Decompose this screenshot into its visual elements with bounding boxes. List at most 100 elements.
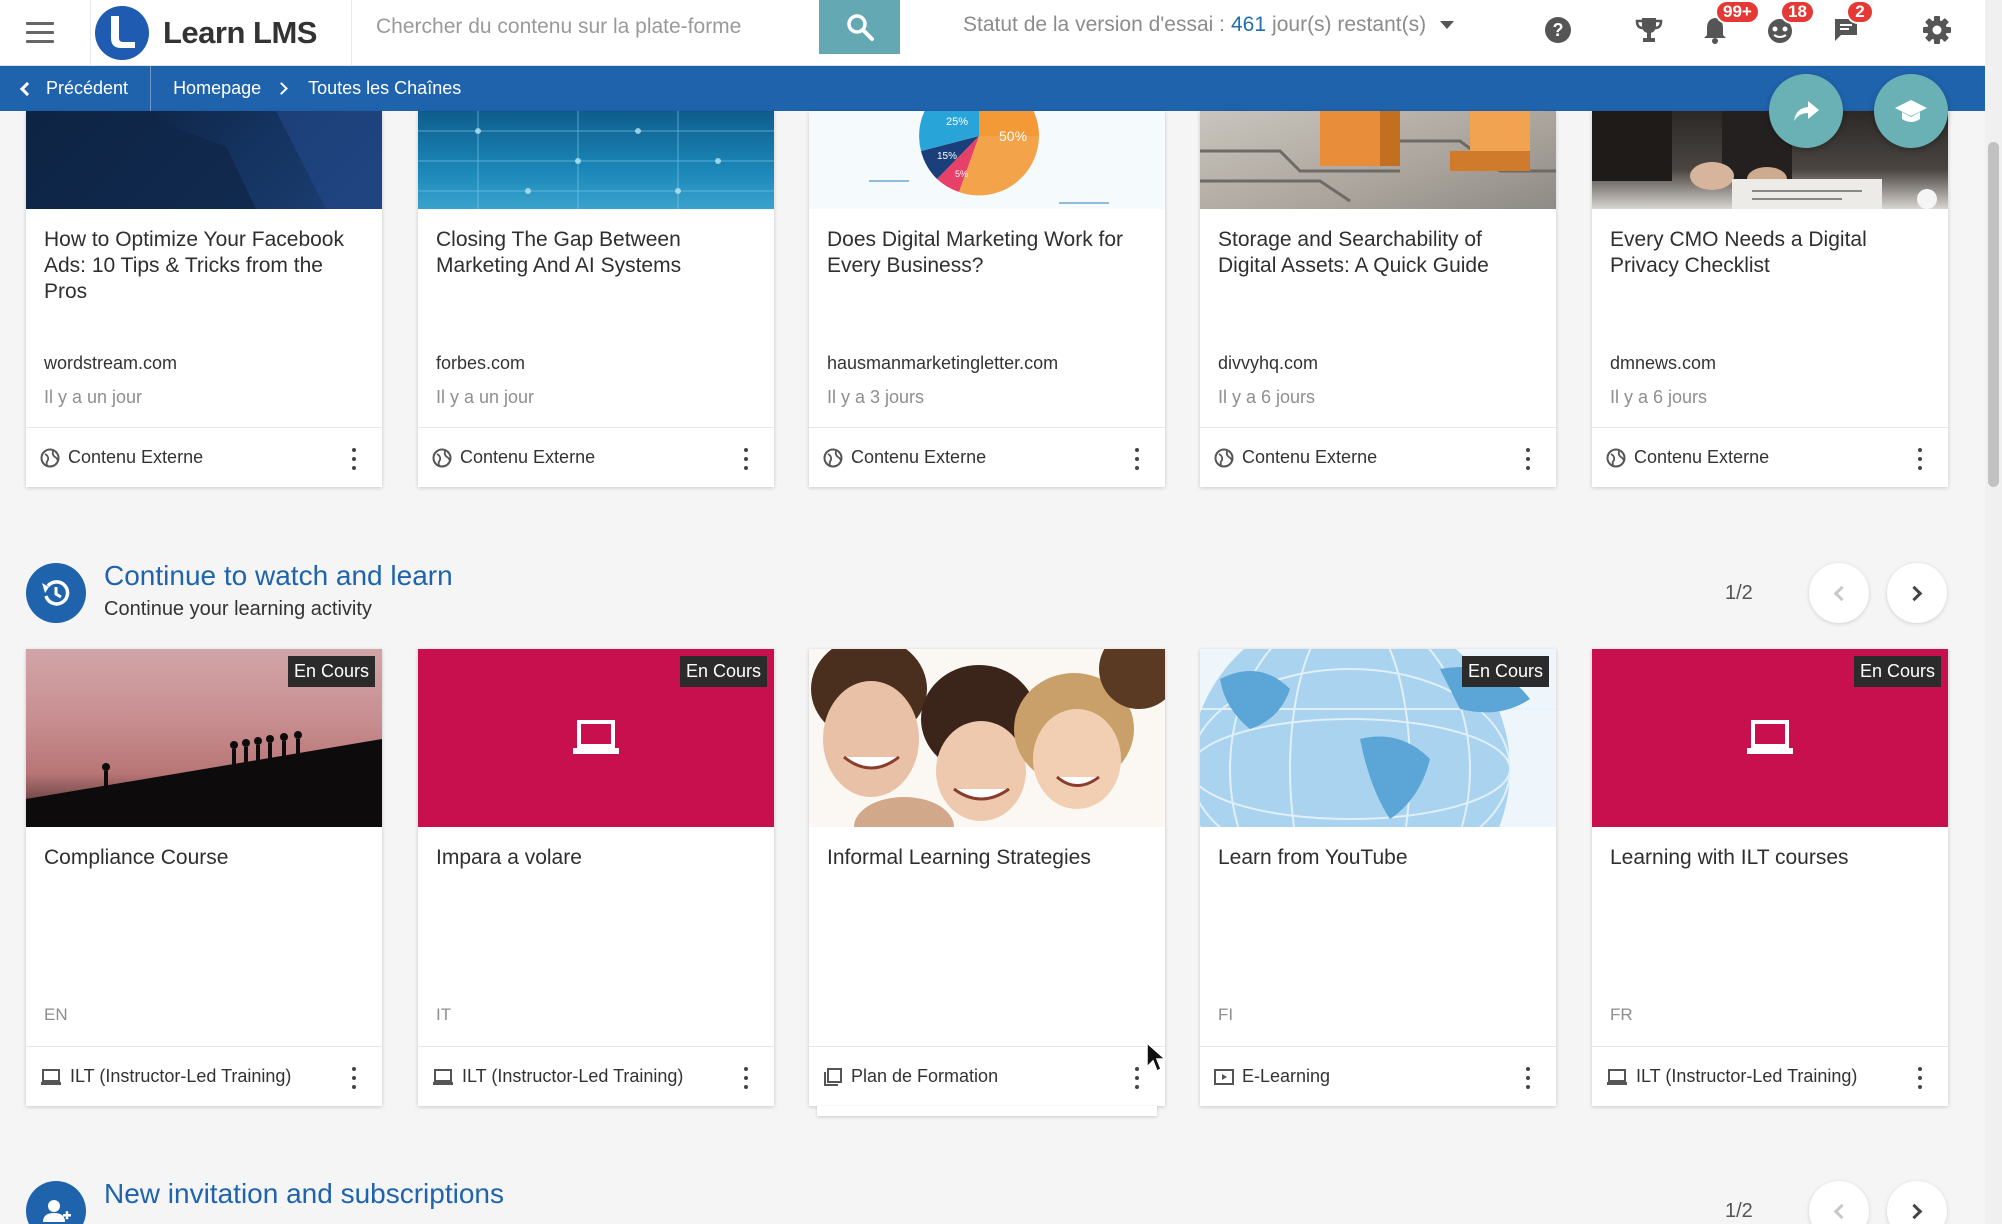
card-title: Learn from YouTube [1218,846,1408,869]
pie-label-15: 15% [937,151,957,162]
card-title: Closing The Gap Between Marketing And AI… [436,228,682,277]
card-type: Contenu Externe [1634,447,1770,467]
chevron-right-icon [1906,1203,1923,1219]
course-card[interactable]: En Cours Learning with ILT courses FR IL… [1592,649,1948,1106]
laptop-icon [433,1068,453,1085]
prev-page-button[interactable] [1809,1181,1869,1224]
section-title[interactable]: Continue to watch and learn [104,560,453,592]
card-language: EN [44,1005,68,1024]
course-card[interactable]: En Cours Learn from YouTube FI E-Learnin… [1200,649,1556,1106]
card-title: Informal Learning Strategies [827,846,1091,869]
trophy-icon[interactable] [1629,10,1669,50]
card-type: E-Learning [1242,1066,1331,1086]
trial-status-dropdown[interactable]: Statut de la version d'essai : 461 jour(… [963,13,1455,37]
app-logo[interactable]: Learn LMS [90,0,352,65]
menu-icon[interactable] [22,14,58,50]
breadcrumb: Précédent Homepage Toutes les Chaînes [0,66,1985,111]
card-image [1200,111,1556,209]
more-vert-icon[interactable] [742,1067,750,1089]
card-image: 25% 50% 15% 5% [809,111,1165,209]
more-vert-icon[interactable] [1524,448,1532,470]
mouse-cursor [1146,1041,1167,1073]
card-footer: ILT (Instructor-Led Training) [418,1046,774,1106]
course-card[interactable]: En Cours Compliance Course EN ILT (Instr… [26,649,382,1106]
search-button[interactable] [819,0,900,54]
laptop-icon [41,1068,61,1085]
card-image: En Cours [418,649,774,827]
card-image: En Cours [26,649,382,827]
learn-logo-icon [95,5,149,60]
card-type: Plan de Formation [851,1066,999,1086]
search-icon [846,14,874,41]
content-card[interactable]: Every CMO Needs a Digital Privacy Checkl… [1592,111,1948,487]
card-title: Learning with ILT courses [1610,846,1849,869]
course-card[interactable]: Informal Learning Strategies Plan de For… [809,649,1165,1116]
globe-icon [1214,448,1234,467]
next-page-button[interactable] [1887,563,1947,623]
app-name: Learn LMS [163,14,317,50]
more-vert-icon[interactable] [350,448,358,470]
share-button[interactable] [1769,74,1843,148]
globe-icon [1606,448,1626,467]
more-vert-icon[interactable] [742,448,750,470]
card-title: Impara a volare [436,846,582,869]
course-card[interactable]: En Cours Impara a volare IT ILT (Instruc… [418,649,774,1106]
search-input[interactable] [352,0,819,54]
pie-label-5: 5% [955,169,968,179]
stack-shadow [817,1106,1157,1116]
next-page-button[interactable] [1887,1181,1947,1224]
card-image: En Cours [1592,649,1948,827]
learning-button[interactable] [1874,74,1948,148]
scrollbar-thumb[interactable] [1988,142,1999,487]
card-type: Contenu Externe [1242,447,1378,467]
card-title: Compliance Course [44,846,229,869]
breadcrumb-homepage[interactable]: Homepage [173,78,261,99]
video-icon [1214,1068,1234,1085]
card-footer: Plan de Formation [809,1046,1165,1106]
notifications-badge: 99+ [1715,0,1760,24]
card-title: Storage and Searchability of Digital Ass… [1218,228,1489,277]
more-vert-icon[interactable] [1916,448,1924,470]
globe-icon [40,448,60,467]
laptop-icon [573,720,619,754]
card-source: divvyhq.com [1218,353,1319,373]
breadcrumb-all-channels[interactable]: Toutes les Chaînes [308,78,461,99]
card-footer: Contenu Externe [1592,427,1948,487]
section-title[interactable]: New invitation and subscriptions [104,1178,504,1210]
graduation-cap-icon [1895,100,1927,122]
more-vert-icon[interactable] [350,1067,358,1089]
status-badge: En Cours [1461,656,1549,687]
pager: 1/2 [1725,582,1753,604]
learning-plan-icon [824,1067,842,1086]
card-time: Il y a 6 jours [1218,387,1316,407]
content-card[interactable]: Closing The Gap Between Marketing And AI… [418,111,774,487]
card-language: FR [1610,1005,1633,1024]
more-vert-icon[interactable] [1916,1067,1924,1089]
gear-icon[interactable] [1917,10,1957,50]
card-type: Contenu Externe [851,447,987,467]
vertical-scrollbar[interactable] [1985,0,2002,1224]
card-image [26,111,382,209]
card-source: hausmanmarketingletter.com [827,353,1059,373]
card-type: Contenu Externe [68,447,204,467]
content-card[interactable]: 25% 50% 15% 5% Does Digital Marketing Wo… [809,111,1165,487]
chat-icon[interactable]: 2 [1826,0,1874,50]
tasks-icon[interactable]: 18 [1760,0,1815,50]
more-vert-icon[interactable] [1524,1067,1532,1089]
trial-days: 461 [1231,13,1267,36]
content-card[interactable]: Storage and Searchability of Digital Ass… [1200,111,1556,487]
back-button[interactable]: Précédent [0,66,152,111]
content-card[interactable]: How to Optimize Your Facebook Ads: 10 Ti… [26,111,382,487]
help-icon[interactable]: ? [1538,10,1578,50]
more-vert-icon[interactable] [1133,1067,1141,1089]
prev-page-button[interactable] [1809,563,1869,623]
bell-icon[interactable]: 99+ [1695,0,1760,50]
pie-label-50: 50% [999,128,1027,144]
card-image: En Cours [1200,649,1556,827]
pager: 1/2 [1725,1200,1753,1222]
more-vert-icon[interactable] [1133,448,1141,470]
globe-icon [432,448,452,467]
chevron-left-icon [1833,1203,1850,1219]
card-language: FI [1218,1005,1234,1024]
add-user-icon [26,1181,86,1224]
